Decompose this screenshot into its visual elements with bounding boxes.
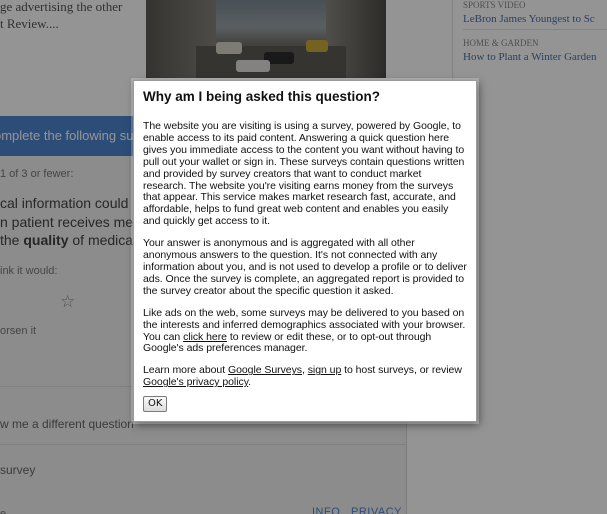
dialog-paragraph: Learn more about Google Surveys, sign up… xyxy=(143,364,462,389)
privacy-policy-link[interactable]: Google's privacy policy xyxy=(143,376,248,388)
info-dialog: Why am I being asked this question? The … xyxy=(133,80,477,422)
ads-settings-link[interactable]: click here xyxy=(183,331,227,343)
dialog-paragraph: Your answer is anonymous and is aggregat… xyxy=(143,237,467,297)
google-surveys-link[interactable]: Google Surveys xyxy=(228,364,302,376)
dialog-paragraph: The website you are visiting is using a … xyxy=(143,120,465,228)
sign-up-link[interactable]: sign up xyxy=(308,364,342,376)
dialog-paragraph: Like ads on the web, some surveys may be… xyxy=(143,306,466,355)
dialog-title: Why am I being asked this question? xyxy=(143,89,381,104)
ok-button[interactable]: OK xyxy=(143,396,168,413)
